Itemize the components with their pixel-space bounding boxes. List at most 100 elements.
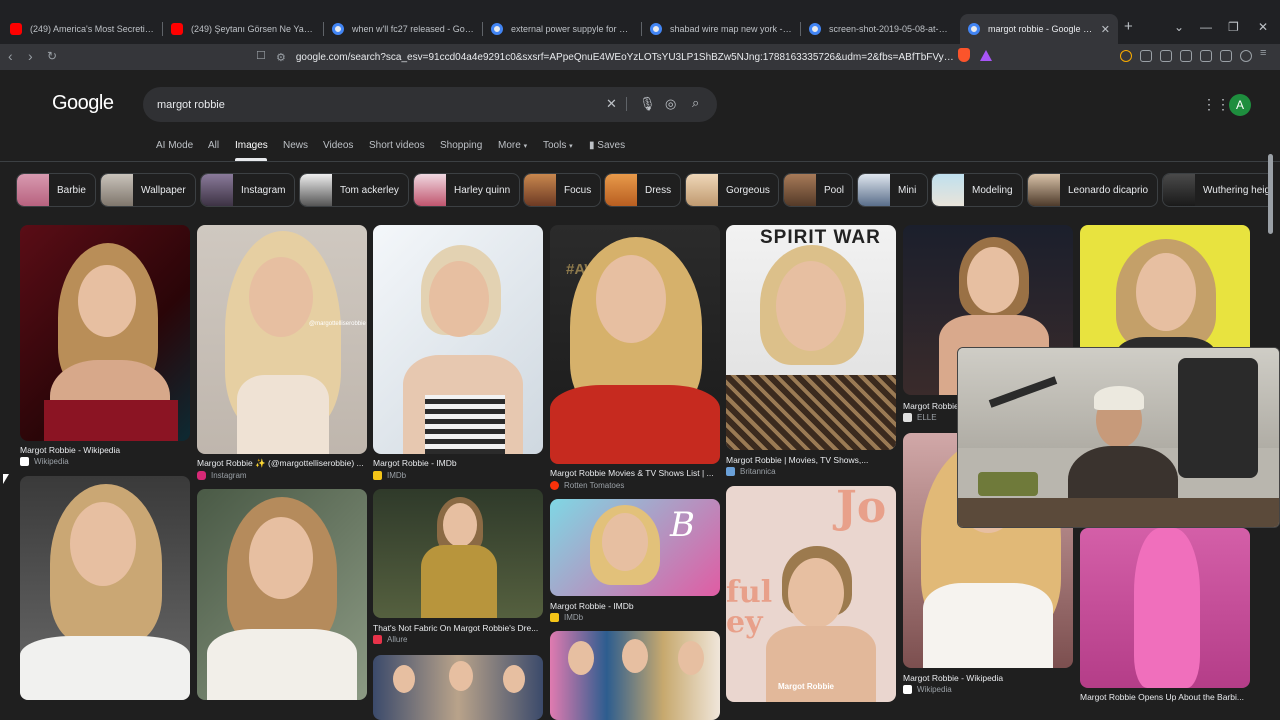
result-caption[interactable]: That's Not Fabric On Margot Robbie's Dre… (373, 623, 543, 633)
tab-news[interactable]: News (283, 140, 308, 151)
browser-tab[interactable]: (249) America's Most Secretive Jew (2, 16, 162, 42)
chip-gorgeous[interactable]: Gorgeous (685, 173, 779, 207)
result-image[interactable] (550, 631, 720, 720)
close-tab-icon[interactable]: ✕ (1101, 23, 1110, 36)
brave-shield-icon[interactable] (958, 48, 970, 62)
result-source[interactable]: IMDb (373, 471, 406, 480)
wallet-icon[interactable] (1200, 50, 1212, 62)
avatar[interactable]: A (1229, 94, 1251, 116)
browser-tab[interactable]: shabad wire map new york - Googl (642, 16, 800, 42)
search-input[interactable]: margot robbie (143, 87, 717, 122)
result-source[interactable]: Britannica (726, 467, 776, 476)
site-info-icon[interactable]: ⚙ (276, 51, 286, 64)
result-source[interactable]: Allure (373, 635, 407, 644)
chip-focus[interactable]: Focus (523, 173, 601, 207)
result-image[interactable]: @margottelliserobbie (197, 225, 367, 454)
tools-button[interactable]: Tools ▾ (543, 140, 573, 151)
tab-images[interactable]: Images (235, 140, 268, 151)
result-source[interactable]: Wikipedia (903, 685, 952, 694)
result-caption[interactable]: Margot Robbie ✨ (@margottelliserobbie) .… (197, 458, 367, 469)
image-result[interactable] (197, 489, 367, 720)
image-result[interactable]: SPIRIT WAR Margot Robbie | Movies, TV Sh… (726, 225, 896, 479)
result-image[interactable]: Jo ful ey Margot Robbie (726, 486, 896, 702)
result-source[interactable]: Instagram (197, 471, 247, 480)
reload-icon[interactable]: ↻ (47, 49, 57, 63)
brave-rewards-icon[interactable] (980, 50, 992, 61)
result-caption[interactable]: Margot Robbie - IMDb (373, 458, 543, 468)
browser-tab[interactable]: (249) Şeytanı Görsen Ne Yaparsın - (163, 16, 323, 42)
result-caption[interactable]: Margot Robbie - IMDb (550, 601, 720, 611)
chip-modeling[interactable]: Modeling (931, 173, 1023, 207)
chip-instagram[interactable]: Instagram (200, 173, 295, 207)
google-logo[interactable]: Google (52, 92, 114, 115)
result-source[interactable]: Rotten Tomatoes (550, 481, 624, 490)
result-image[interactable]: #AWARDS (550, 225, 720, 464)
tab-search-icon[interactable]: ⌄ (1174, 20, 1184, 34)
clear-search-icon[interactable]: ✕ (606, 96, 617, 112)
browser-tab-active[interactable]: margot robbie - Google Search ✕ (960, 14, 1118, 44)
tab-more[interactable]: More ▾ (498, 140, 527, 151)
image-result[interactable]: Margot Robbie Opens Up About the Barbi..… (1080, 528, 1250, 720)
tab-all[interactable]: All (208, 140, 219, 151)
scrollbar[interactable] (1268, 154, 1273, 234)
chip-tom-ackerley[interactable]: Tom ackerley (299, 173, 409, 207)
tab-videos[interactable]: Videos (323, 140, 353, 151)
search-icon[interactable]: ⌕ (692, 95, 699, 111)
image-result[interactable]: Margot Robbie - IMDb IMDb (373, 225, 543, 480)
tab-ai-mode[interactable]: AI Mode (156, 140, 193, 151)
result-image[interactable] (197, 489, 367, 700)
image-result[interactable]: Margot Robbie - Wikipedia Wikipedia (20, 225, 190, 466)
saves-button[interactable]: ▮ Saves (589, 140, 625, 151)
tab-shopping[interactable]: Shopping (440, 140, 482, 151)
result-image[interactable]: SPIRIT WAR (726, 225, 896, 450)
image-result[interactable]: That's Not Fabric On Margot Robbie's Dre… (373, 489, 543, 649)
chip-harley-quinn[interactable]: Harley quinn (413, 173, 520, 207)
result-caption[interactable]: Margot Robbie - Wikipedia (20, 445, 190, 455)
result-image[interactable] (20, 225, 190, 441)
result-source[interactable]: Wikipedia (20, 457, 69, 466)
image-result[interactable]: @margottelliserobbie Margot Robbie ✨ (@m… (197, 225, 367, 480)
menu-icon[interactable]: ≡ (1260, 47, 1272, 59)
image-result[interactable]: #AWARDS Margot Robbie Movies & TV Shows … (550, 225, 720, 491)
maximize-icon[interactable]: ❐ (1228, 20, 1239, 34)
image-result[interactable] (550, 631, 720, 720)
music-icon[interactable] (1160, 50, 1172, 62)
tab-short-videos[interactable]: Short videos (369, 140, 425, 151)
result-image[interactable] (373, 655, 543, 720)
chip-wallpaper[interactable]: Wallpaper (100, 173, 196, 207)
result-caption[interactable]: Margot Robbie Opens Up About the Barbi..… (1080, 692, 1250, 702)
bookmark-icon[interactable]: ☐ (256, 49, 266, 62)
lens-icon[interactable]: ◎ (665, 96, 676, 112)
result-image[interactable]: B (550, 499, 720, 596)
chip-wuthering-heights[interactable]: Wuthering heig (1162, 173, 1268, 207)
extension-icon[interactable] (1120, 50, 1132, 62)
chip-barbie[interactable]: Barbie (16, 173, 96, 207)
chip-pool[interactable]: Pool (783, 173, 853, 207)
result-image[interactable] (20, 476, 190, 700)
sidebar-icon[interactable] (1180, 50, 1192, 62)
image-result[interactable] (373, 655, 543, 720)
image-result[interactable]: B Margot Robbie - IMDb IMDb (550, 499, 720, 624)
chip-mini[interactable]: Mini (857, 173, 928, 207)
result-caption[interactable]: Margot Robbie | Movies, TV Shows,... (726, 455, 896, 465)
forward-icon[interactable]: › (28, 48, 33, 64)
result-caption[interactable]: Margot Robbie Movies & TV Shows List | .… (550, 468, 720, 478)
result-image[interactable] (1080, 528, 1250, 688)
leo-icon[interactable] (1220, 50, 1232, 62)
browser-tab[interactable]: external power suppyle for pc for e (483, 16, 641, 42)
chip-leonardo-dicaprio[interactable]: Leonardo dicaprio (1027, 173, 1158, 207)
result-caption[interactable]: Margot Robbie - Wikipedia (903, 673, 1073, 683)
browser-tab[interactable]: when w'll fc27 released - Google Se (324, 16, 482, 42)
back-icon[interactable]: ‹ (8, 48, 13, 64)
voice-search-icon[interactable]: 🎙︎ (639, 96, 656, 112)
minimize-icon[interactable]: — (1200, 20, 1212, 34)
result-source[interactable]: IMDb (550, 613, 583, 622)
result-image[interactable] (373, 489, 543, 618)
browser-tab[interactable]: screen-shot-2019-05-08-at-12.56.1 (801, 16, 959, 42)
close-window-icon[interactable]: ✕ (1258, 20, 1268, 34)
result-image[interactable] (373, 225, 543, 454)
vpn-icon[interactable] (1240, 50, 1252, 62)
extensions-icon[interactable] (1140, 50, 1152, 62)
address-bar[interactable]: ⚙ google.com/search?sca_esv=91ccd04a4e92… (276, 46, 996, 68)
chip-dress[interactable]: Dress (604, 173, 681, 207)
